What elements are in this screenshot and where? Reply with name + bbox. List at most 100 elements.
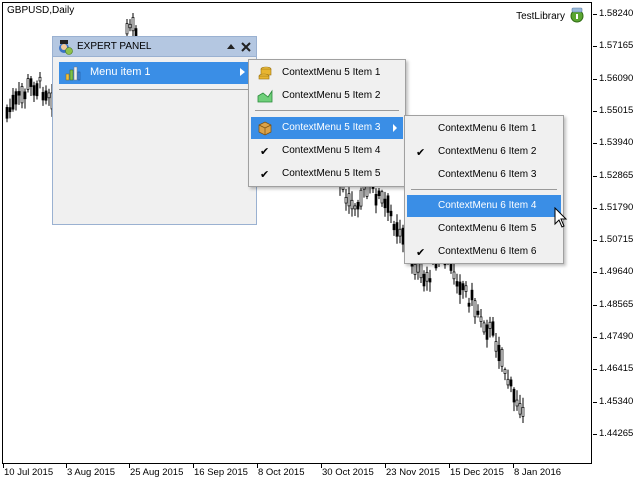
context-menu-5-item-2[interactable]: ContextMenu 5 Item 2 bbox=[251, 85, 403, 107]
panel-title: EXPERT PANEL bbox=[77, 41, 152, 52]
time-label: 23 Nov 2015 bbox=[386, 467, 440, 478]
price-tick bbox=[593, 433, 597, 435]
context-menu-6-item-4[interactable]: ContextMenu 6 Item 4 bbox=[407, 195, 561, 217]
price-tick bbox=[593, 110, 597, 112]
submenu-arrow-icon bbox=[393, 124, 397, 132]
price-label: 1.55015 bbox=[599, 104, 634, 116]
candle-body bbox=[131, 17, 135, 32]
price-label: 1.52865 bbox=[599, 169, 634, 181]
price-label: 1.47490 bbox=[599, 331, 634, 342]
candle-body bbox=[353, 205, 357, 210]
candle-body bbox=[20, 86, 24, 104]
price-label: 1.44265 bbox=[599, 427, 634, 439]
candle-body bbox=[38, 76, 42, 82]
context-menu-5-item-1-label: ContextMenu 5 Item 1 bbox=[282, 67, 381, 78]
candle-body bbox=[395, 222, 399, 237]
context-menu-6-item-6-label: ContextMenu 6 Item 6 bbox=[438, 246, 537, 257]
context-menu-6-item-1-label: ContextMenu 6 Item 1 bbox=[438, 123, 537, 134]
candle-body bbox=[383, 198, 387, 209]
menu-item-1[interactable]: Menu item 1 bbox=[59, 62, 252, 84]
context-menu-6-item-5[interactable]: ContextMenu 6 Item 5 bbox=[407, 218, 561, 240]
context-menu-5-item-1[interactable]: ContextMenu 5 Item 1 bbox=[251, 62, 403, 84]
candle-body bbox=[512, 388, 516, 403]
candle-body bbox=[398, 228, 402, 237]
time-axis: 10 Jul 2015 3 Aug 2015 25 Aug 2015 16 Sep 2… bbox=[0, 464, 640, 480]
candle-body bbox=[425, 272, 429, 282]
candle-body bbox=[500, 349, 504, 367]
candle-body bbox=[422, 273, 426, 287]
price-tick bbox=[593, 207, 597, 209]
context-menu-5-item-4-label: ContextMenu 5 Item 4 bbox=[282, 145, 381, 156]
candle-body bbox=[485, 324, 489, 340]
checkmark-icon: ✔ bbox=[416, 147, 426, 159]
price-label: 1.51790 bbox=[599, 201, 634, 213]
candle-body bbox=[482, 322, 486, 333]
context-menu-6-item-4-label: ContextMenu 6 Item 4 bbox=[438, 200, 537, 211]
context-menu-6-item-3[interactable]: ContextMenu 6 Item 3 bbox=[407, 164, 561, 186]
price-tick bbox=[593, 272, 597, 274]
panel-header[interactable]: EXPERT PANEL bbox=[53, 37, 256, 57]
time-label: 8 Oct 2015 bbox=[258, 467, 305, 478]
time-label: 8 Jan 2016 bbox=[514, 467, 562, 478]
price-label: 1.58240 bbox=[599, 8, 634, 19]
candle-body bbox=[455, 281, 459, 287]
candle-body bbox=[509, 379, 513, 387]
context-menu-5-item-5[interactable]: ✔ ContextMenu 5 Item 5 bbox=[251, 163, 403, 185]
context-menu-5-item-4[interactable]: ✔ ContextMenu 5 Item 4 bbox=[251, 140, 403, 162]
candle-body bbox=[494, 341, 498, 352]
context-menu-5-item-2-label: ContextMenu 5 Item 2 bbox=[282, 90, 381, 101]
candle-body bbox=[380, 191, 384, 204]
candle-body bbox=[470, 289, 474, 301]
package-icon bbox=[258, 121, 272, 136]
context-menu-6-item-6[interactable]: ✔ ContextMenu 6 Item 6 bbox=[407, 241, 561, 263]
expert-panel: EXPERT PANEL Menu item 1 bbox=[52, 36, 257, 225]
price-label: 1.49640 bbox=[599, 266, 634, 278]
candle-body bbox=[29, 78, 33, 87]
candle-body bbox=[521, 407, 525, 417]
close-icon[interactable] bbox=[239, 39, 253, 55]
indicator-name-label: TestLibrary bbox=[516, 11, 565, 22]
price-tick bbox=[593, 304, 597, 306]
context-menu-6-item-2[interactable]: ✔ ContextMenu 6 Item 2 bbox=[407, 141, 561, 163]
candle-body bbox=[428, 278, 432, 283]
price-tick bbox=[593, 175, 597, 177]
chevron-up-icon[interactable] bbox=[224, 39, 238, 55]
context-menu-6-item-1[interactable]: ContextMenu 6 Item 1 bbox=[407, 118, 561, 140]
checkmark-icon: ✔ bbox=[416, 247, 426, 259]
menu-item-1-label: Menu item 1 bbox=[90, 66, 151, 78]
candle-body bbox=[125, 23, 129, 35]
candle-body bbox=[365, 185, 369, 197]
candle-body bbox=[419, 263, 423, 279]
candle-body bbox=[350, 199, 354, 210]
context-menu-5-item-5-label: ContextMenu 5 Item 5 bbox=[282, 168, 381, 179]
price-tick bbox=[593, 369, 597, 371]
price-tick bbox=[593, 240, 597, 242]
candle-body bbox=[8, 107, 12, 113]
candle-body bbox=[413, 264, 417, 275]
price-label: 1.57165 bbox=[599, 40, 634, 52]
context-menu-6-item-2-label: ContextMenu 6 Item 2 bbox=[438, 146, 537, 157]
candle-body bbox=[23, 91, 27, 100]
candle-body bbox=[458, 281, 462, 295]
candle-body bbox=[35, 83, 39, 97]
panel-separator bbox=[59, 89, 252, 90]
bar-chart-icon bbox=[65, 66, 81, 81]
candle-body bbox=[5, 107, 9, 119]
price-label: 1.53940 bbox=[599, 137, 634, 149]
time-label: 3 Aug 2015 bbox=[67, 467, 116, 478]
price-label: 1.46415 bbox=[599, 363, 634, 375]
candle-body bbox=[41, 92, 45, 101]
context-menu-6: ContextMenu 6 Item 1 ✔ ContextMenu 6 Ite… bbox=[404, 115, 564, 264]
price-label: 1.45340 bbox=[599, 395, 634, 407]
candle-body bbox=[515, 399, 519, 407]
info-badge-icon[interactable] bbox=[569, 7, 585, 23]
candle-body bbox=[479, 316, 483, 322]
time-label: 15 Dec 2015 bbox=[450, 467, 504, 478]
price-tick bbox=[593, 337, 597, 338]
candle-body bbox=[467, 302, 471, 307]
candle-body bbox=[392, 224, 396, 231]
candle-body bbox=[377, 190, 381, 196]
candle-body bbox=[26, 78, 30, 90]
candle-body bbox=[356, 202, 360, 210]
context-menu-5-item-3[interactable]: ContextMenu 5 Item 3 bbox=[251, 117, 403, 139]
